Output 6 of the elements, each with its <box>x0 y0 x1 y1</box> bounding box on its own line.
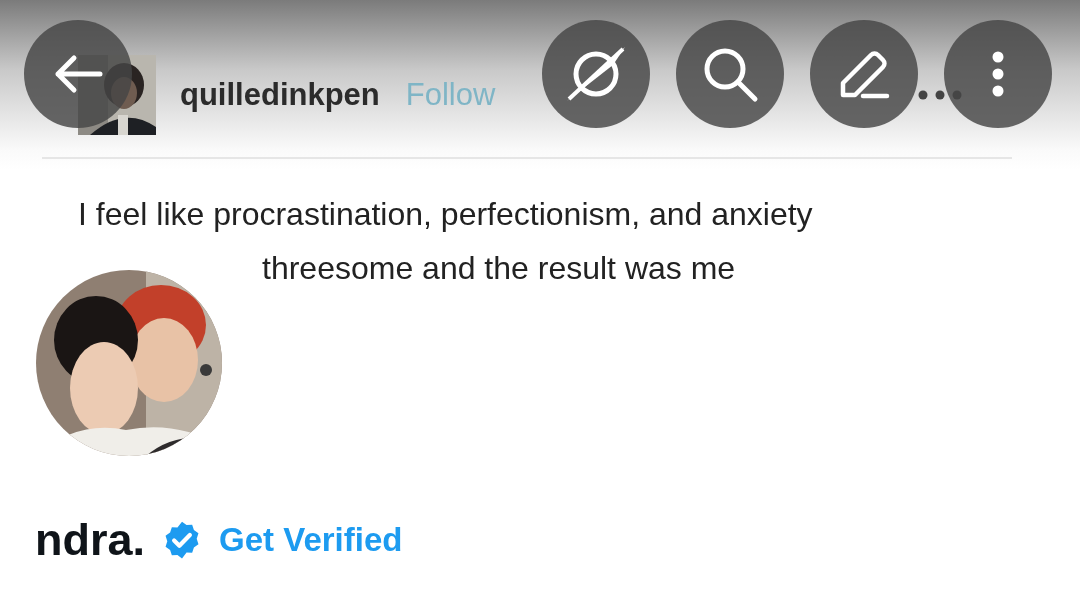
post-username: quilledinkpen <box>180 77 380 113</box>
profile-name: ndra. <box>35 514 146 566</box>
post-text-line: threesome and the result was me <box>262 249 736 288</box>
post-text-line: I feel like procrastination, perfectionism, and anxiety <box>78 195 813 234</box>
more-icon <box>991 50 1005 98</box>
get-verified-link[interactable]: Get Verified <box>219 521 403 559</box>
